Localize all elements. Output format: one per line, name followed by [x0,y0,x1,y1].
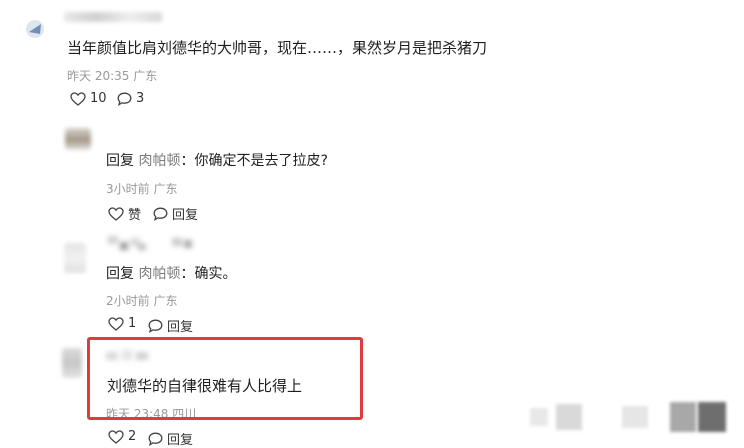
reply-text: 回复 肉帕顿：确实。 [106,263,236,283]
reply-label: 回复 [167,320,194,335]
reply-content: ：确实。 [180,266,237,282]
comment-meta: 昨天 20:35 广东 [67,69,158,83]
reply-button[interactable]: 回复 [148,429,193,448]
username[interactable] [64,12,162,22]
like-button[interactable]: 1 [108,316,136,331]
like-button[interactable]: 赞 [108,204,141,223]
comment-bubble-icon [117,92,132,106]
avatar[interactable] [26,20,44,38]
highlight-box [87,337,363,420]
reply-content: ：你确定不是去了拉皮? [180,153,328,169]
reply-count: 3 [136,91,145,106]
comment-text: 当年颜值比肩刘德华的大帅哥，现在……，果然岁月是把杀猪刀 [67,39,488,57]
comment-bubble-icon [148,432,163,446]
reply-prefix: 回复 [106,153,134,169]
comment-bubble-icon [148,319,163,333]
watermark-mosaic [530,400,730,434]
reply-text: 回复 肉帕顿：你确定不是去了拉皮? [106,150,328,170]
reply-label: 回复 [172,208,199,223]
username[interactable] [108,236,198,252]
reply-button[interactable]: 3 [117,91,144,106]
like-count: 10 [90,91,107,106]
reply-meta: 2小时前 广东 [106,294,178,308]
reply-meta: 3小时前 广东 [106,182,178,196]
like-count: 1 [128,316,137,331]
heart-icon [108,429,124,444]
heart-icon [108,316,124,331]
avatar[interactable] [62,348,82,378]
heart-icon [108,206,124,221]
like-label: 赞 [128,208,142,223]
reply-target-user[interactable]: 肉帕顿 [138,266,180,282]
avatar[interactable] [64,243,86,273]
reply-prefix: 回复 [106,266,134,282]
heart-icon [70,91,86,106]
comment-bubble-icon [153,207,168,221]
reply-button[interactable]: 回复 [153,204,198,223]
avatar-image-icon [29,24,41,34]
like-button[interactable]: 10 [70,91,107,106]
reply-label: 回复 [167,433,194,448]
avatar[interactable] [65,128,91,150]
reply-target-user[interactable]: 肉帕顿 [138,153,180,169]
reply-button[interactable]: 回复 [148,316,193,335]
